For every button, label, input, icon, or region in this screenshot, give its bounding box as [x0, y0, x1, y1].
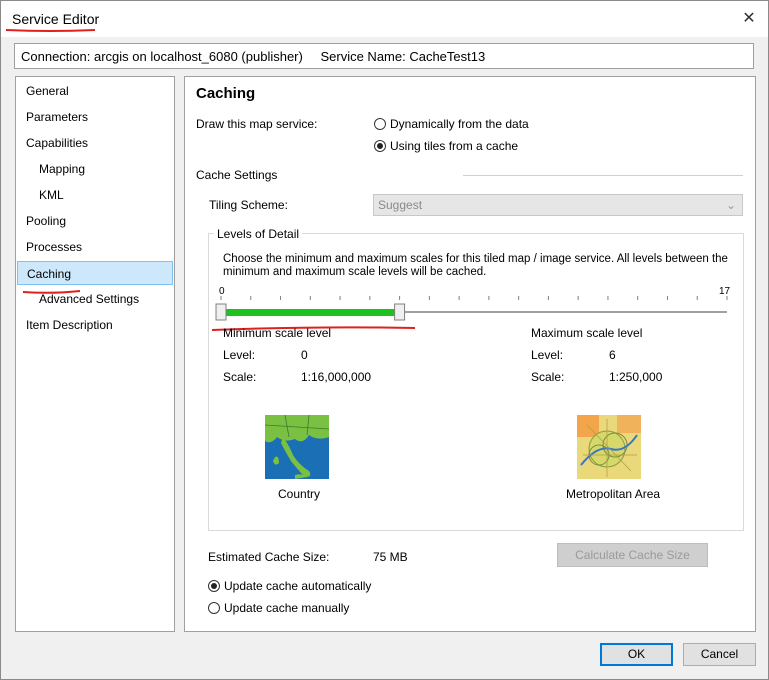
min-scale-title: Minimum scale level: [223, 326, 332, 340]
lod-legend: Levels of Detail: [214, 227, 303, 241]
nav-item-mapping[interactable]: Mapping: [17, 157, 173, 181]
min-scale-value: 1:16,000,000: [301, 370, 372, 384]
levels-of-detail-group: Levels of Detail Choose the minimum and …: [208, 227, 744, 531]
nav-item-caching[interactable]: Caching: [17, 261, 173, 285]
lod-description: Choose the minimum and maximum scales fo…: [223, 253, 728, 278]
metropolitan-map-thumbnail: [577, 415, 641, 479]
close-icon[interactable]: ✕: [736, 7, 762, 31]
min-scale-label: Scale:: [223, 370, 257, 384]
max-scale-value: 1:250,000: [609, 370, 663, 384]
radio-tiles-label[interactable]: Using tiles from a cache: [390, 139, 518, 153]
max-level-label: Level:: [531, 348, 564, 362]
ok-button[interactable]: OK: [600, 643, 673, 666]
service-editor-dialog: Service Editor ✕ Connection: arcgis on l…: [0, 0, 769, 680]
max-scale-title: Maximum scale level: [531, 326, 643, 340]
caching-panel: Caching Draw this map service: Dynamical…: [184, 76, 756, 632]
chevron-down-icon: ⌄: [725, 198, 736, 212]
cancel-button[interactable]: Cancel: [683, 643, 756, 666]
radio-update-auto-label[interactable]: Update cache automatically: [224, 579, 371, 593]
tiling-scheme-select[interactable]: Suggest ⌄: [373, 194, 743, 216]
nav-item-item-description[interactable]: Item Description: [17, 313, 173, 337]
service-name-text: Service Name: CacheTest13: [320, 49, 486, 64]
annotation-underline-title: [5, 29, 96, 32]
connection-bar: Connection: arcgis on localhost_6080 (pu…: [14, 43, 754, 69]
radio-update-auto[interactable]: [208, 580, 220, 592]
radio-update-manual-label[interactable]: Update cache manually: [224, 601, 349, 615]
min-level-value: 0: [301, 348, 308, 362]
min-level-label: Level:: [223, 348, 256, 362]
max-scale-label: Scale:: [531, 370, 565, 384]
country-map-thumbnail: [265, 415, 329, 479]
connection-text: Connection: arcgis on localhost_6080 (pu…: [21, 49, 303, 64]
scale-slider[interactable]: [215, 294, 735, 326]
slider-thumb-min[interactable]: [215, 303, 227, 321]
nav-item-parameters[interactable]: Parameters: [17, 105, 173, 129]
estimated-size-label: Estimated Cache Size:: [208, 550, 330, 564]
cache-settings-divider: [463, 175, 743, 176]
max-level-value: 6: [609, 348, 616, 362]
radio-update-manual[interactable]: [208, 602, 220, 614]
tiling-scheme-value: Suggest: [378, 198, 423, 212]
estimated-size-value: 75 MB: [373, 550, 408, 564]
nav-item-general[interactable]: General: [17, 79, 173, 103]
nav-item-processes[interactable]: Processes: [17, 235, 173, 259]
nav-item-capabilities[interactable]: Capabilities: [17, 131, 173, 155]
page-title: Caching: [196, 85, 256, 102]
radio-tiles[interactable]: [374, 140, 386, 152]
nav-list: General Parameters Capabilities Mapping …: [15, 76, 175, 632]
calculate-cache-size-button[interactable]: Calculate Cache Size: [557, 543, 708, 567]
min-thumb-caption: Country: [278, 487, 321, 501]
cache-settings-label: Cache Settings: [196, 168, 278, 182]
draw-label: Draw this map service:: [196, 117, 318, 131]
slider-thumb-max[interactable]: [394, 303, 406, 321]
tiling-scheme-label: Tiling Scheme:: [209, 198, 288, 212]
radio-dynamic[interactable]: [374, 118, 386, 130]
radio-dynamic-label[interactable]: Dynamically from the data: [390, 117, 529, 131]
title-bar: Service Editor ✕: [1, 1, 768, 37]
max-thumb-caption: Metropolitan Area: [566, 487, 661, 501]
nav-item-pooling[interactable]: Pooling: [17, 209, 173, 233]
annotation-underline-caching: [22, 290, 81, 294]
slider-fill: [221, 309, 400, 316]
nav-item-kml[interactable]: KML: [17, 183, 173, 207]
window-title: Service Editor: [12, 11, 100, 27]
